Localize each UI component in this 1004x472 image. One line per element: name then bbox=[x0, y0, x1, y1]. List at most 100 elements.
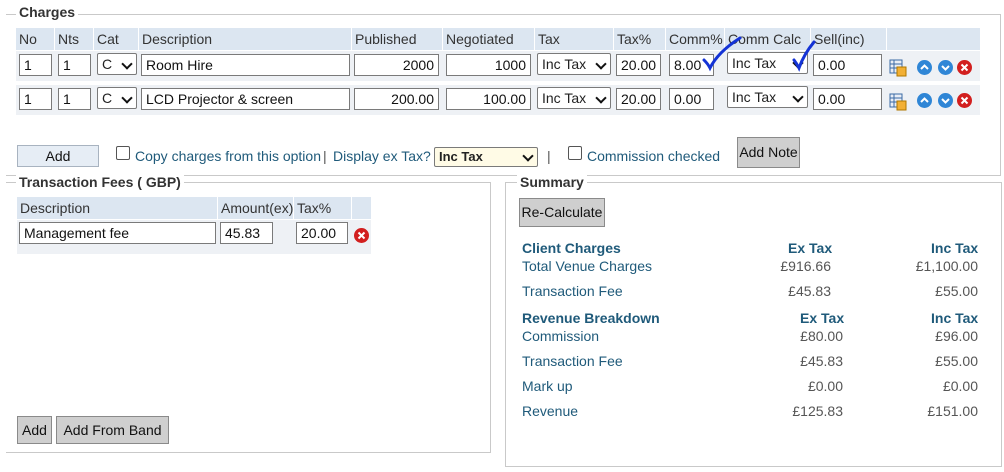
charge-cat-value: C bbox=[102, 56, 113, 72]
move-up-icon[interactable] bbox=[917, 93, 932, 108]
col-header-actions bbox=[887, 28, 980, 50]
chevron-down-icon bbox=[522, 150, 534, 162]
summary-row-label: Revenue bbox=[522, 403, 579, 419]
summary-row-label: Transaction Fee bbox=[522, 283, 623, 299]
recalculate-button[interactable]: Re-Calculate bbox=[519, 198, 605, 227]
copy-charges-checkbox[interactable] bbox=[116, 146, 130, 160]
charge-sell-inc-input[interactable] bbox=[813, 54, 882, 76]
summary-row-inc: £1,100.00 bbox=[915, 258, 978, 274]
summary-row-ex: £0.00 bbox=[807, 378, 843, 394]
client-charges-heading: Client Charges bbox=[522, 240, 621, 256]
charge-cat-select[interactable]: C bbox=[97, 87, 137, 109]
fee-col-header-amount: Amount(ex) bbox=[218, 197, 293, 219]
move-down-icon[interactable] bbox=[938, 93, 953, 108]
chevron-down-icon bbox=[595, 58, 607, 70]
display-ex-tax-label: Display ex Tax? bbox=[333, 148, 431, 164]
display-ex-tax-value: Inc Tax bbox=[439, 149, 483, 164]
charge-comm-pct-input[interactable] bbox=[669, 88, 714, 110]
charge-tax-value: Inc Tax bbox=[542, 90, 587, 106]
summary-row-inc: £151.00 bbox=[927, 403, 978, 419]
venue-table-icon[interactable] bbox=[889, 92, 907, 111]
fee-amount-input[interactable] bbox=[220, 222, 273, 244]
charge-tax-select[interactable]: Inc Tax bbox=[537, 53, 611, 75]
col-header-nts: Nts bbox=[55, 28, 93, 50]
move-up-icon[interactable] bbox=[917, 60, 932, 75]
revenue-breakdown-heading: Revenue Breakdown bbox=[522, 310, 660, 326]
venue-table-icon[interactable] bbox=[889, 58, 907, 77]
summary-row-ex: £125.83 bbox=[792, 403, 843, 419]
charge-tax-value: Inc Tax bbox=[542, 56, 587, 72]
charge-nts-input[interactable] bbox=[58, 54, 91, 76]
summary-row-inc: £96.00 bbox=[935, 328, 978, 344]
fee-description-input[interactable] bbox=[19, 222, 216, 244]
commission-checked-checkbox[interactable] bbox=[568, 146, 582, 160]
summary-row-ex: £45.83 bbox=[788, 283, 831, 299]
chevron-down-icon bbox=[595, 92, 607, 104]
add-from-band-button[interactable]: Add From Band bbox=[56, 416, 169, 444]
charges-legend: Charges bbox=[16, 4, 79, 20]
add-charge-button[interactable]: Add bbox=[17, 145, 99, 167]
col-header-negotiated: Negotiated bbox=[443, 28, 534, 50]
summary-row-label: Total Venue Charges bbox=[522, 258, 652, 274]
charge-cat-select[interactable]: C bbox=[97, 53, 137, 75]
charge-comm-calc-select[interactable]: Inc Tax bbox=[727, 86, 808, 108]
summary-row-label: Commission bbox=[522, 328, 600, 344]
charge-sell-inc-input[interactable] bbox=[813, 88, 882, 110]
fee-col-header-actions bbox=[352, 197, 371, 219]
charge-negotiated-input[interactable] bbox=[446, 54, 531, 76]
col-header-published: Published bbox=[352, 28, 442, 50]
move-down-icon[interactable] bbox=[938, 60, 953, 75]
chevron-down-icon bbox=[121, 92, 133, 104]
fee-col-header-tax-pct: Tax% bbox=[294, 197, 351, 219]
delete-icon[interactable] bbox=[957, 60, 972, 75]
charge-no-input[interactable] bbox=[19, 88, 52, 110]
client-charges-ex-tax-header: Ex Tax bbox=[788, 240, 833, 256]
col-header-tax: Tax bbox=[535, 28, 613, 50]
charge-description-input[interactable] bbox=[141, 54, 350, 76]
summary-row-ex: £45.83 bbox=[800, 353, 843, 369]
commission-checked-label[interactable]: Commission checked bbox=[587, 148, 720, 164]
summary-row-inc: £55.00 bbox=[935, 283, 978, 299]
col-header-no: No bbox=[16, 28, 54, 50]
col-header-description: Description bbox=[139, 28, 351, 50]
fee-tax-pct-input[interactable] bbox=[296, 222, 348, 244]
summary-legend: Summary bbox=[517, 174, 587, 190]
checkmark-annotation bbox=[792, 40, 816, 72]
client-charges-inc-tax-header: Inc Tax bbox=[931, 240, 979, 256]
charge-negotiated-input[interactable] bbox=[446, 88, 531, 110]
delete-icon[interactable] bbox=[354, 228, 369, 243]
charge-published-input[interactable] bbox=[354, 54, 439, 76]
charge-comm-calc-value: Inc Tax bbox=[732, 89, 777, 105]
summary-row-label: Mark up bbox=[522, 378, 573, 394]
revenue-ex-tax-header: Ex Tax bbox=[800, 310, 845, 326]
separator: | bbox=[547, 148, 551, 164]
summary-row-ex: £916.66 bbox=[780, 258, 831, 274]
revenue-inc-tax-header: Inc Tax bbox=[931, 310, 979, 326]
add-fee-button[interactable]: Add bbox=[17, 416, 52, 444]
charge-cat-value: C bbox=[102, 90, 113, 106]
transaction-fees-legend: Transaction Fees ( GBP) bbox=[16, 174, 184, 190]
col-header-sell-inc: Sell(inc) bbox=[811, 28, 886, 50]
separator: | bbox=[323, 148, 327, 164]
charge-description-input[interactable] bbox=[141, 88, 350, 110]
delete-icon[interactable] bbox=[957, 93, 972, 108]
charge-tax-pct-input[interactable] bbox=[616, 54, 661, 76]
summary-row-inc: £0.00 bbox=[942, 378, 978, 394]
fee-col-header-description: Description bbox=[17, 197, 217, 219]
summary-row-ex: £80.00 bbox=[800, 328, 843, 344]
charge-nts-input[interactable] bbox=[58, 88, 91, 110]
checkmark-annotation bbox=[702, 36, 742, 72]
charge-no-input[interactable] bbox=[19, 54, 52, 76]
charge-published-input[interactable] bbox=[354, 88, 439, 110]
copy-charges-label[interactable]: Copy charges from this option bbox=[135, 148, 321, 164]
chevron-down-icon bbox=[792, 91, 804, 103]
chevron-down-icon bbox=[121, 58, 133, 70]
summary-row-label: Transaction Fee bbox=[522, 353, 623, 369]
display-ex-tax-select[interactable]: Inc Tax bbox=[434, 147, 538, 167]
summary-row-inc: £55.00 bbox=[935, 353, 978, 369]
charge-tax-pct-input[interactable] bbox=[616, 88, 661, 110]
col-header-cat: Cat bbox=[94, 28, 138, 50]
add-note-button[interactable]: Add Note bbox=[737, 137, 800, 168]
col-header-tax-pct: Tax% bbox=[614, 28, 665, 50]
charge-tax-select[interactable]: Inc Tax bbox=[537, 87, 611, 109]
